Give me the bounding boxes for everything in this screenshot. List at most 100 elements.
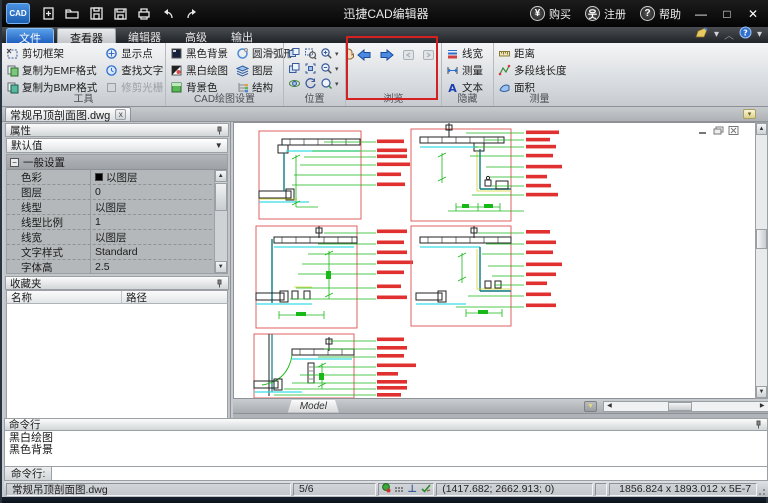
scrollbar-thumb[interactable] [756, 229, 767, 249]
ortho-toggle-icon[interactable]: ⊥ [407, 483, 417, 495]
mdi-close-icon[interactable] [728, 126, 739, 135]
horizontal-scrollbar[interactable]: ◀ ▶ [603, 401, 768, 412]
viewport-icon[interactable] [288, 47, 301, 60]
scroll-up-icon[interactable]: ▲ [756, 123, 767, 135]
scroll-left-icon[interactable]: ◀ [604, 402, 615, 411]
zoom-out-icon[interactable] [320, 62, 333, 75]
new-file-icon[interactable] [36, 4, 60, 24]
document-tab-close-icon[interactable]: x [115, 109, 126, 120]
scroll-down-icon[interactable]: ▼ [215, 261, 227, 273]
undo-icon[interactable] [156, 4, 180, 24]
maximize-button[interactable]: □ [716, 5, 738, 23]
property-group-row[interactable]: − 一般设置 [7, 155, 227, 170]
drawing-viewport[interactable] [233, 122, 756, 399]
tab-advanced[interactable]: 高级 [173, 28, 219, 43]
print-icon[interactable] [132, 4, 156, 24]
save-icon[interactable] [84, 4, 108, 24]
mdi-restore-icon[interactable] [713, 126, 724, 135]
pen-style-icon[interactable] [694, 27, 709, 42]
show-points-button[interactable]: 显示点 [105, 46, 163, 61]
polyline-length-label: 多段线长度 [514, 63, 567, 78]
collapse-ribbon-icon[interactable]: ︿ [724, 27, 734, 42]
mdi-minimize-icon[interactable] [698, 126, 709, 135]
tab-file[interactable]: 文件 [6, 28, 54, 43]
help-dropdown-icon[interactable]: ▾ [757, 29, 762, 40]
zoom-all-dropdown-icon[interactable]: ▾ [335, 80, 339, 88]
property-grid-scrollbar[interactable]: ▲ ▼ [214, 170, 227, 273]
buy-button[interactable]: ¥ 购买 [525, 6, 576, 22]
open-file-icon[interactable] [60, 4, 84, 24]
property-row[interactable]: 线型 以图层 [7, 200, 227, 215]
grid-toggle-icon[interactable] [395, 487, 403, 492]
zoom-in-icon[interactable] [320, 47, 333, 60]
zoom-in-dropdown-icon[interactable]: ▾ [335, 50, 339, 58]
measure-group-label: 测量 [494, 90, 585, 105]
property-row[interactable]: 文字样式 Standard [7, 245, 227, 260]
regen-icon[interactable] [304, 77, 317, 90]
hide-lineweight-label: 线宽 [462, 46, 483, 61]
property-row[interactable]: 字体高 2.5 [7, 260, 227, 274]
resize-grip[interactable] [758, 483, 768, 496]
minimize-button[interactable]: — [690, 5, 712, 23]
pin-icon[interactable] [215, 126, 224, 135]
close-button[interactable]: ✕ [742, 5, 764, 23]
ribbon-help-icon[interactable]: ? [739, 26, 752, 42]
hide-lineweight-button[interactable]: 线宽 [446, 46, 489, 61]
first-page-icon[interactable] [402, 49, 415, 61]
zoom-extents-icon[interactable] [304, 62, 317, 75]
command-input[interactable] [52, 467, 768, 481]
snap-marker-icon[interactable] [381, 483, 391, 496]
property-row[interactable]: 线宽 以图层 [7, 230, 227, 245]
pin-icon[interactable] [215, 279, 224, 288]
register-button[interactable]: 웃 注册 [580, 6, 631, 22]
model-tab[interactable]: Model [288, 400, 339, 413]
scrollbar-thumb[interactable] [215, 183, 227, 211]
command-history[interactable]: 黑白绘图 黑色背景 [4, 431, 768, 467]
redo-icon[interactable] [180, 4, 204, 24]
pin-icon[interactable] [754, 420, 763, 429]
pen-dropdown-icon[interactable]: ▾ [714, 29, 719, 40]
scrollbar-thumb[interactable] [668, 402, 692, 411]
tab-list-chevron-icon[interactable]: ▾ [743, 109, 756, 119]
command-prompt-label: 命令行: [4, 467, 52, 481]
favorites-list[interactable] [6, 304, 228, 424]
tab-output[interactable]: 输出 [219, 28, 265, 43]
favorites-col-path[interactable]: 路径 [122, 291, 151, 303]
last-page-icon[interactable] [422, 49, 435, 61]
next-page-icon[interactable] [379, 49, 395, 61]
help-button[interactable]: ? 帮助 [635, 6, 686, 22]
distance-button[interactable]: 距离 [498, 46, 581, 61]
command-line-entry: 黑色背景 [9, 444, 763, 456]
zoom-window-icon[interactable] [304, 47, 317, 60]
collapse-icon[interactable]: − [10, 158, 19, 167]
cut-frame-button[interactable]: 剪切框架 [6, 46, 97, 61]
copy-emf-button[interactable]: 复制为EMF格式 [6, 63, 97, 78]
scroll-down-icon[interactable]: ▼ [756, 386, 767, 398]
cad-settings-group-label: CAD绘图设置 [166, 90, 283, 105]
document-tab[interactable]: 常规吊顶剖面图.dwg x [5, 107, 131, 121]
scroll-up-icon[interactable]: ▲ [215, 170, 227, 182]
yen-icon: ¥ [530, 6, 545, 21]
polyline-length-button[interactable]: 多段线长度 [498, 63, 581, 78]
cascade-windows-icon[interactable] [288, 62, 301, 75]
vertical-scrollbar[interactable]: ▲ ▼ [755, 122, 768, 399]
zoom-out-dropdown-icon[interactable]: ▾ [335, 65, 339, 73]
draft-toggle-icon[interactable] [421, 483, 431, 496]
hide-measure-button[interactable]: 测量 [446, 63, 489, 78]
save-as-icon[interactable] [108, 4, 132, 24]
rotate-3d-icon[interactable] [288, 77, 301, 90]
prev-page-icon[interactable] [356, 49, 372, 61]
scroll-right-icon[interactable]: ▶ [757, 402, 768, 411]
black-bg-button[interactable]: 黑色背景 [170, 46, 228, 61]
tab-viewer[interactable]: 查看器 [57, 28, 116, 43]
tab-editor[interactable]: 编辑器 [116, 28, 173, 43]
layout-chevron-icon[interactable]: ▼ [584, 401, 597, 412]
favorites-col-name[interactable]: 名称 [7, 291, 122, 303]
zoom-all-icon[interactable] [320, 77, 333, 90]
bw-draw-button[interactable]: 黑白绘图 [170, 63, 228, 78]
property-row[interactable]: 色彩 以图层 [7, 170, 227, 185]
property-row[interactable]: 线型比例 1 [7, 215, 227, 230]
preset-dropdown[interactable]: 默认值 ▼ [6, 138, 228, 153]
find-text-button[interactable]: 查找文字 [105, 63, 163, 78]
property-row[interactable]: 图层 0 [7, 185, 227, 200]
